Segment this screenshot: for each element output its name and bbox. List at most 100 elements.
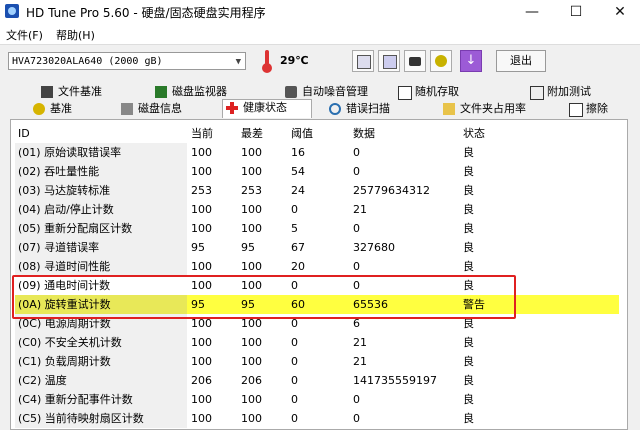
- cell-id: (C2) 温度: [15, 371, 187, 390]
- drive-select[interactable]: HVA723020ALA640 (2000 gB) ▼: [8, 52, 246, 70]
- cell-status: 良: [463, 222, 474, 235]
- col-header-current[interactable]: 当前: [191, 124, 213, 143]
- exit-button[interactable]: 退出: [496, 50, 546, 72]
- menu-bar: 文件(F) 帮助(H): [0, 24, 640, 45]
- cell-id: (01) 原始读取错误率: [15, 143, 187, 162]
- cell-status: 良: [463, 165, 474, 178]
- table-row[interactable]: (C5) 当前待映射扇区计数 100 100 0 0 良: [15, 409, 619, 428]
- table-row[interactable]: (04) 启动/停止计数 100 100 0 21 良: [15, 200, 619, 219]
- cell-current: 95: [191, 241, 205, 254]
- cell-id: (C5) 当前待映射扇区计数: [15, 409, 187, 428]
- copy-button[interactable]: [352, 50, 374, 72]
- col-header-status[interactable]: 状态: [463, 124, 485, 143]
- cell-id: (02) 吞吐量性能: [15, 162, 187, 181]
- app-icon: [5, 4, 19, 18]
- tab-file-benchmark[interactable]: 文件基准: [38, 84, 148, 100]
- table-row[interactable]: (08) 寻道时间性能 100 100 20 0 良: [15, 257, 619, 276]
- cell-worst: 100: [241, 412, 262, 425]
- cell-id: (03) 马达旋转标准: [15, 181, 187, 200]
- cell-current: 100: [191, 260, 212, 273]
- thermometer-icon: [262, 50, 272, 73]
- col-header-worst[interactable]: 最差: [241, 124, 263, 143]
- table-row[interactable]: (03) 马达旋转标准 253 253 24 25779634312 良: [15, 181, 619, 200]
- health-cross-icon: [226, 102, 238, 114]
- speaker-icon: [285, 86, 297, 98]
- table-row[interactable]: (05) 重新分配扇区计数 100 100 5 0 良: [15, 219, 619, 238]
- cell-current: 253: [191, 184, 212, 197]
- cell-threshold: 54: [291, 165, 305, 178]
- tab-disk-monitor[interactable]: 磁盘监视器: [152, 84, 272, 100]
- tab-error-scan[interactable]: 错误扫描: [326, 101, 416, 117]
- cell-id: (C1) 负载周期计数: [15, 352, 187, 371]
- benchmark-icon: [33, 103, 45, 115]
- tab-extra-tests[interactable]: 附加测试: [527, 84, 627, 100]
- table-row[interactable]: (07) 寻道错误率 95 95 67 327680 良: [15, 238, 619, 257]
- cell-data: 21: [353, 336, 367, 349]
- table-row[interactable]: (C1) 负载周期计数 100 100 0 21 良: [15, 352, 619, 371]
- disk-monitor-icon: [155, 86, 167, 98]
- table-row[interactable]: (01) 原始读取错误率 100 100 16 0 良: [15, 143, 619, 162]
- cell-threshold: 16: [291, 146, 305, 159]
- cell-id: (04) 启动/停止计数: [15, 200, 187, 219]
- cell-status: 良: [463, 336, 474, 349]
- table-row[interactable]: (C2) 温度 206 206 0 141735559197 良: [15, 371, 619, 390]
- tab-erase[interactable]: 擦除: [566, 101, 628, 117]
- random-access-icon: [398, 86, 412, 100]
- cell-current: 100: [191, 336, 212, 349]
- tab-aam[interactable]: 自动噪音管理: [282, 84, 402, 100]
- toolbar: HVA723020ALA640 (2000 gB) ▼ 29℃ ↓ 退出: [0, 45, 640, 79]
- tab-health[interactable]: 健康状态: [222, 99, 312, 118]
- copy-all-button[interactable]: [378, 50, 400, 72]
- cell-worst: 95: [241, 241, 255, 254]
- cell-current: 100: [191, 203, 212, 216]
- copy-all-icon: [383, 55, 397, 69]
- cell-data: 0: [353, 393, 360, 406]
- cell-current: 100: [191, 222, 212, 235]
- tab-disk-info[interactable]: 磁盘信息: [118, 101, 208, 117]
- cell-threshold: 0: [291, 393, 298, 406]
- minimize-button[interactable]: —: [512, 2, 552, 22]
- cell-worst: 100: [241, 393, 262, 406]
- menu-help[interactable]: 帮助(H): [56, 27, 95, 43]
- cell-data: 21: [353, 355, 367, 368]
- temperature-readout: 29℃: [280, 54, 309, 67]
- table-row[interactable]: (C4) 重新分配事件计数 100 100 0 0 良: [15, 390, 619, 409]
- maximize-button[interactable]: ☐: [556, 2, 596, 22]
- col-header-data[interactable]: 数据: [353, 124, 375, 143]
- folder-icon: [443, 103, 455, 115]
- menu-file[interactable]: 文件(F): [6, 27, 43, 43]
- cell-data: 141735559197: [353, 374, 437, 387]
- cell-data: 327680: [353, 241, 395, 254]
- cell-data: 21: [353, 203, 367, 216]
- table-row[interactable]: (02) 吞吐量性能 100 100 54 0 良: [15, 162, 619, 181]
- col-header-threshold[interactable]: 阈值: [291, 124, 313, 143]
- cell-threshold: 20: [291, 260, 305, 273]
- close-button[interactable]: ✕: [600, 2, 640, 22]
- tab-random-access[interactable]: 随机存取: [395, 84, 505, 100]
- cell-id: (05) 重新分配扇区计数: [15, 219, 187, 238]
- table-row[interactable]: (C0) 不安全关机计数 100 100 0 21 良: [15, 333, 619, 352]
- cell-threshold: 5: [291, 222, 298, 235]
- tab-benchmark[interactable]: 基准: [30, 101, 110, 117]
- cell-threshold: 24: [291, 184, 305, 197]
- erase-icon: [569, 103, 583, 117]
- cell-data: 0: [353, 222, 360, 235]
- window-title: HD Tune Pro 5.60 - 硬盘/固态硬盘实用程序: [26, 6, 266, 20]
- cell-worst: 100: [241, 260, 262, 273]
- options-button[interactable]: [430, 50, 452, 72]
- cell-worst: 100: [241, 165, 262, 178]
- cell-worst: 100: [241, 146, 262, 159]
- chevron-down-icon: ▼: [235, 57, 241, 67]
- cell-current: 100: [191, 165, 212, 178]
- save-button[interactable]: ↓: [460, 50, 482, 72]
- cell-status: 良: [463, 412, 474, 425]
- screenshot-button[interactable]: [404, 50, 426, 72]
- tab-folder-usage[interactable]: 文件夹占用率: [440, 101, 540, 117]
- file-benchmark-icon: [41, 86, 53, 98]
- col-header-id[interactable]: ID: [18, 124, 30, 143]
- cell-data: 0: [353, 146, 360, 159]
- magnifier-icon: [329, 103, 341, 115]
- extra-tests-icon: [530, 86, 544, 100]
- cell-status: 良: [463, 393, 474, 406]
- cell-status: 良: [463, 241, 474, 254]
